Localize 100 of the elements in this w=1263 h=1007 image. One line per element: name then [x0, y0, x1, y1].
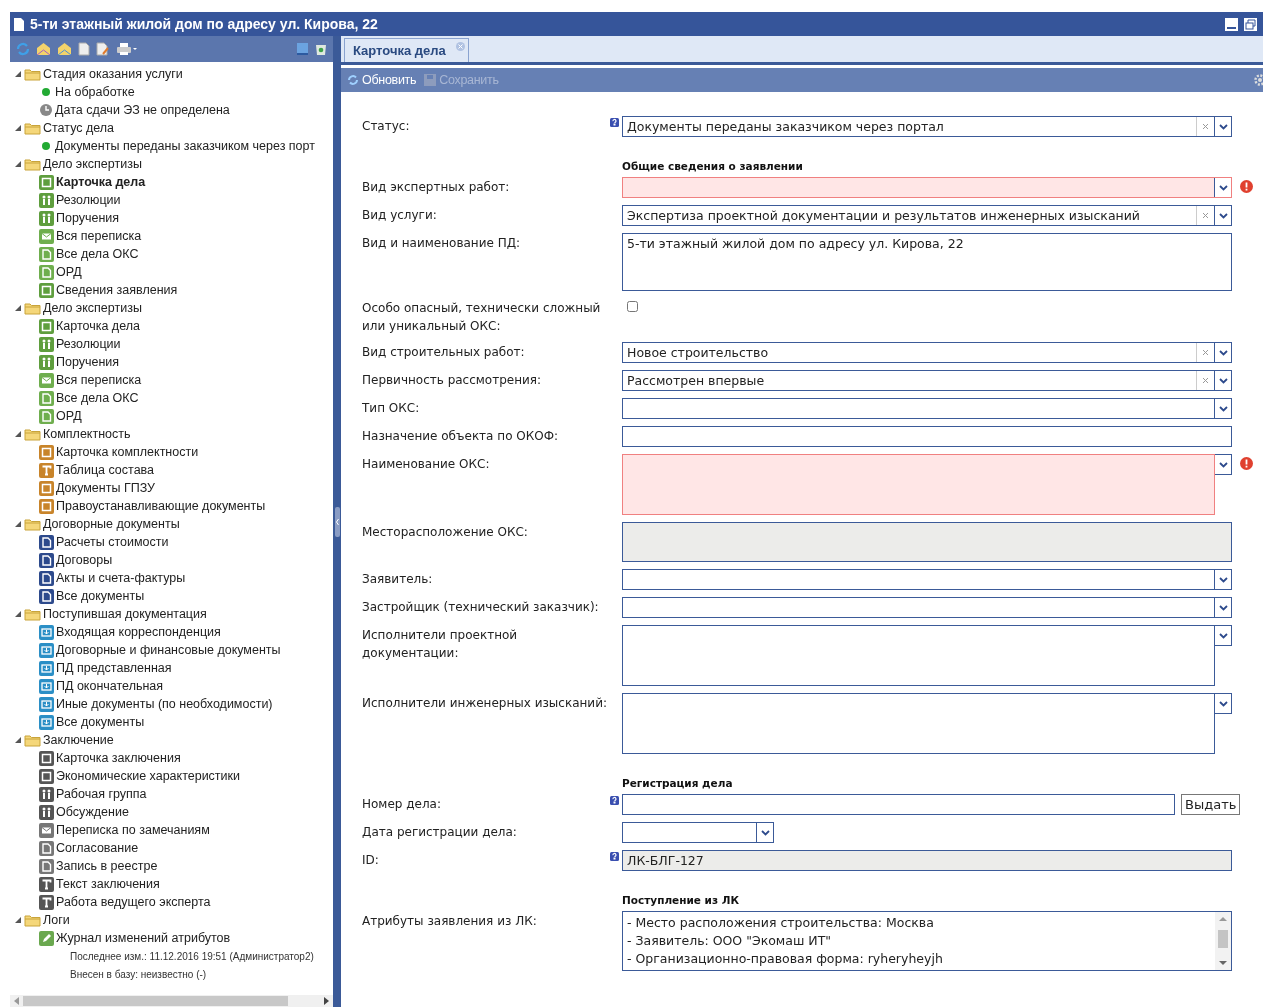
- dropdown-button[interactable]: [1214, 371, 1231, 390]
- help-icon[interactable]: [610, 852, 619, 861]
- help-icon[interactable]: [610, 796, 619, 805]
- expanded-arrow-icon[interactable]: [14, 736, 22, 744]
- list-box[interactable]: - Место расположения строительства: Москва - Заявитель: ООО "Экомаш ИТ" - Организационно-правовая форма: ryheryheyjh: [622, 911, 1232, 971]
- minimize-button[interactable]: [1225, 17, 1238, 31]
- open-envelope-icon[interactable]: [57, 42, 72, 56]
- tree-item[interactable]: На обработке: [55, 85, 135, 99]
- dropdown-field[interactable]: Новое строительство: [622, 342, 1232, 363]
- input-field[interactable]: [622, 794, 1175, 815]
- dropdown-button[interactable]: [1214, 399, 1231, 418]
- expanded-arrow-icon[interactable]: [14, 610, 22, 618]
- dropdown-field[interactable]: Экспертиза проектной документации и результатов инженерных изысканий: [622, 205, 1232, 226]
- tree-item[interactable]: Поручения: [56, 355, 120, 369]
- dropdown-field[interactable]: Рассмотрен впервые: [622, 370, 1232, 391]
- horizontal-scrollbar[interactable]: [10, 995, 333, 1007]
- tree-item[interactable]: Статус дела: [43, 121, 115, 135]
- book-icon[interactable]: [296, 42, 309, 56]
- tree-item[interactable]: Вся переписка: [56, 373, 142, 387]
- tree-item[interactable]: Стадия оказания услуги: [43, 67, 183, 81]
- dropdown-button[interactable]: [1214, 206, 1231, 225]
- tree-item[interactable]: Комплектность: [43, 427, 131, 441]
- expanded-arrow-icon[interactable]: [14, 160, 22, 168]
- multi-select-field[interactable]: [622, 693, 1215, 754]
- tree-item[interactable]: Иные документы (по необходимости): [56, 697, 273, 711]
- dropdown-field[interactable]: Документы переданы заказчиком через портал: [622, 116, 1232, 137]
- tree-item[interactable]: Заключение: [43, 733, 114, 747]
- tree-item[interactable]: ОРД: [56, 409, 82, 423]
- dropdown-field[interactable]: [622, 569, 1232, 590]
- tree-item[interactable]: Вся переписка: [56, 229, 142, 243]
- tree-item[interactable]: Расчеты стоимости: [56, 535, 169, 549]
- tree-item[interactable]: Карточка дела: [56, 319, 140, 333]
- collapse-handle-icon[interactable]: [335, 506, 340, 537]
- tree-item[interactable]: Работа ведущего эксперта: [56, 895, 211, 909]
- dropdown-button[interactable]: [1214, 343, 1231, 362]
- tree-item[interactable]: Все дела ОКС: [56, 247, 139, 261]
- dropdown-field[interactable]: [622, 597, 1232, 618]
- expanded-arrow-icon[interactable]: [14, 916, 22, 924]
- tree-item[interactable]: ПД окончательная: [56, 679, 164, 693]
- tree-item[interactable]: Резолюции: [56, 337, 121, 351]
- scrollbar[interactable]: [1215, 912, 1231, 970]
- tree-item[interactable]: Журнал изменений атрибутов: [56, 931, 231, 945]
- tree-item[interactable]: Акты и счета-фактуры: [56, 571, 186, 585]
- tree-item[interactable]: Дело экспертизы: [43, 301, 142, 315]
- tab[interactable]: Карточка дела: [344, 38, 469, 62]
- dropdown-field[interactable]: [622, 398, 1232, 419]
- issue-button[interactable]: Выдать: [1181, 794, 1241, 815]
- tree-item[interactable]: Документы переданы заказчиком через порт: [55, 139, 315, 153]
- tree-item[interactable]: Согласование: [56, 841, 139, 855]
- dropdown-button[interactable]: [1215, 625, 1232, 646]
- tree-item[interactable]: Таблица состава: [56, 463, 155, 477]
- multi-select-field[interactable]: [622, 454, 1215, 515]
- tree-item[interactable]: Рабочая группа: [56, 787, 147, 801]
- refresh-button[interactable]: Обновить: [347, 73, 417, 87]
- tree-item[interactable]: Текст заключения: [56, 877, 160, 891]
- expanded-arrow-icon[interactable]: [14, 124, 22, 132]
- tree-item[interactable]: Договорные и финансовые документы: [56, 643, 281, 657]
- dropdown-button[interactable]: [1215, 454, 1232, 475]
- tree-item[interactable]: Поручения: [56, 211, 120, 225]
- tree-item[interactable]: Карточка дела: [56, 175, 146, 189]
- printer-icon[interactable]: [116, 42, 138, 56]
- tree-item[interactable]: Все дела ОКС: [56, 391, 139, 405]
- tree-item[interactable]: Обсуждение: [56, 805, 129, 819]
- input-field[interactable]: [622, 426, 1232, 447]
- tree-item[interactable]: Документы ГПЗУ: [56, 481, 155, 495]
- expanded-arrow-icon[interactable]: [14, 304, 22, 312]
- settings-icon[interactable]: [1254, 74, 1263, 86]
- page-icon[interactable]: [78, 42, 90, 56]
- multi-select-field[interactable]: [622, 625, 1215, 686]
- dropdown-field[interactable]: [622, 177, 1232, 198]
- tree-item[interactable]: Договоры: [56, 553, 113, 567]
- tree-item[interactable]: Правоустанавливающие документы: [56, 499, 266, 513]
- text-area[interactable]: 5-ти этажный жилой дом по адресу ул. Кирова, 22: [622, 233, 1232, 291]
- scroll-right-icon[interactable]: [324, 997, 329, 1005]
- date-field[interactable]: [622, 822, 774, 843]
- tree-item[interactable]: Дело экспертизы: [43, 157, 142, 171]
- tree-item[interactable]: Карточка комплектности: [56, 445, 199, 459]
- dropdown-button[interactable]: [1214, 598, 1231, 617]
- tree-item[interactable]: Сведения заявления: [56, 283, 178, 297]
- dropdown-button[interactable]: [1215, 693, 1232, 714]
- tree-item[interactable]: Все документы: [56, 715, 145, 729]
- dropdown-button[interactable]: [1214, 570, 1231, 589]
- expanded-arrow-icon[interactable]: [14, 430, 22, 438]
- dropdown-button[interactable]: [756, 823, 773, 842]
- checkbox[interactable]: [627, 301, 638, 312]
- tree-item[interactable]: Дата сдачи ЭЗ не определена: [55, 103, 230, 117]
- tree-item[interactable]: Экономические характеристики: [56, 769, 241, 783]
- dropdown-button[interactable]: [1214, 117, 1231, 136]
- tree-item[interactable]: ОРД: [56, 265, 82, 279]
- help-icon[interactable]: [610, 118, 619, 127]
- tree-item[interactable]: Карточка заключения: [56, 751, 181, 765]
- tree-item[interactable]: ПД представленная: [56, 661, 172, 675]
- expanded-arrow-icon[interactable]: [14, 520, 22, 528]
- tree-item[interactable]: Резолюции: [56, 193, 121, 207]
- dropdown-button[interactable]: [1214, 178, 1231, 197]
- expanded-arrow-icon[interactable]: [14, 70, 22, 78]
- tree-item[interactable]: Поступившая документация: [43, 607, 207, 621]
- edit-page-icon[interactable]: [96, 42, 110, 56]
- tree-item[interactable]: Все документы: [56, 589, 145, 603]
- tree-item[interactable]: Договорные документы: [43, 517, 180, 531]
